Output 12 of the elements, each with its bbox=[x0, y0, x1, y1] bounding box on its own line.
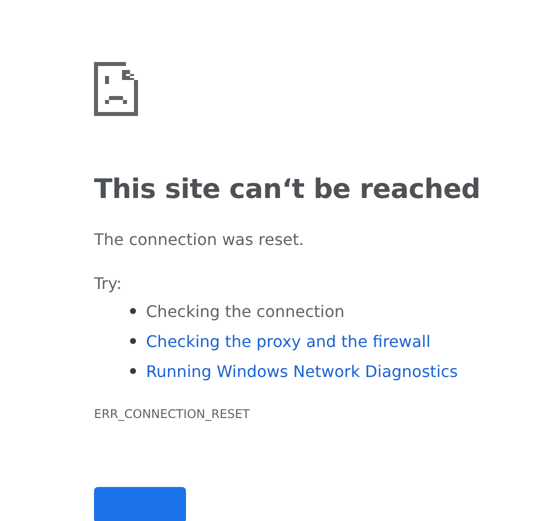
error-title: This site can‘t be reached bbox=[94, 173, 480, 207]
error-code: ERR_CONNECTION_RESET bbox=[94, 407, 250, 421]
bullet-icon bbox=[130, 338, 136, 344]
primary-button[interactable] bbox=[94, 487, 186, 521]
bullet-icon bbox=[130, 368, 136, 374]
sad-page-icon bbox=[94, 62, 138, 116]
error-message: The connection was reset. bbox=[94, 229, 304, 251]
suggestion-link[interactable]: Running Windows Network Diagnostics bbox=[146, 362, 458, 380]
suggestion-link[interactable]: Checking the proxy and the firewall bbox=[146, 332, 431, 350]
bullet-icon bbox=[130, 308, 136, 314]
suggestion-text: Checking the connection bbox=[146, 302, 345, 320]
try-label: Try: bbox=[94, 273, 122, 295]
